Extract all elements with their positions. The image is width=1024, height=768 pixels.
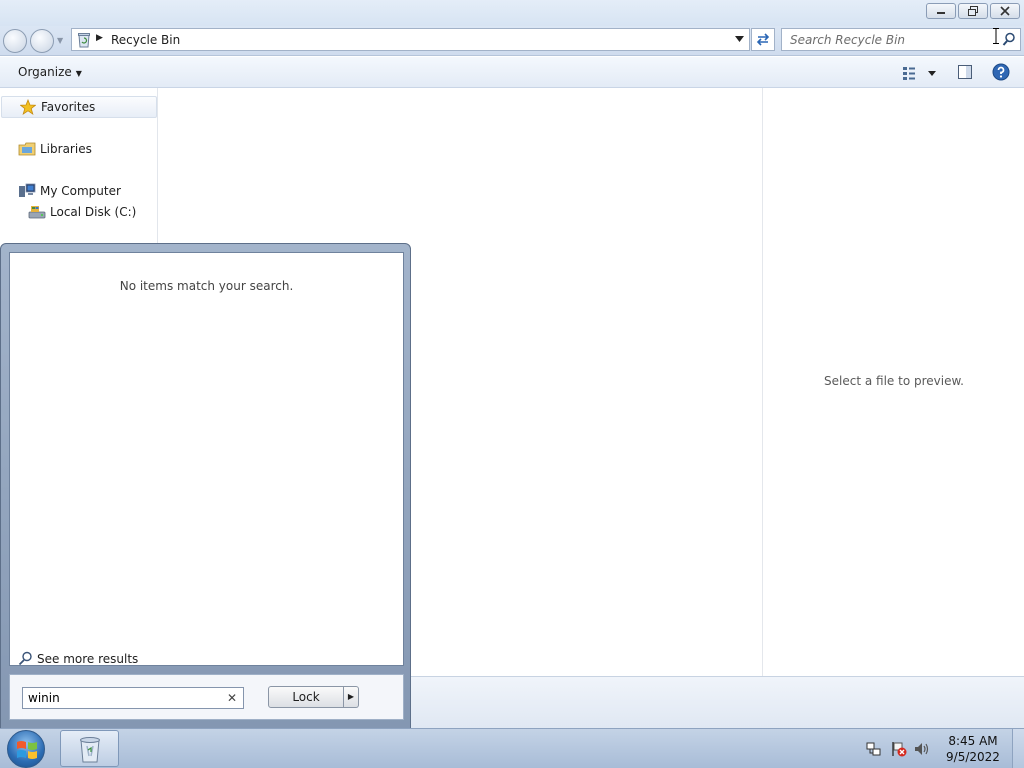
clock-time: 8:45 AM bbox=[948, 734, 998, 748]
refresh-button[interactable] bbox=[751, 28, 775, 51]
minimize-button[interactable] bbox=[926, 3, 956, 19]
search-results-panel: No items match your search. See more res… bbox=[9, 252, 404, 666]
nav-item-my-computer[interactable]: My Computer bbox=[18, 180, 121, 202]
star-icon bbox=[19, 98, 37, 116]
show-desktop-button[interactable] bbox=[1012, 729, 1024, 768]
breadcrumb-location[interactable]: Recycle Bin bbox=[111, 33, 180, 47]
lock-button[interactable]: Lock bbox=[268, 686, 344, 708]
address-row: ▼ ▶ Recycle Bin bbox=[0, 26, 1024, 56]
nav-item-local-disk[interactable]: Local Disk (C:) bbox=[28, 201, 136, 223]
preview-message: Select a file to preview. bbox=[824, 374, 964, 388]
see-more-results-link[interactable]: See more results bbox=[18, 651, 138, 666]
libraries-icon bbox=[18, 140, 36, 158]
breadcrumb-separator-icon[interactable]: ▶ bbox=[96, 33, 103, 43]
change-view-button[interactable] bbox=[902, 64, 938, 82]
drive-icon bbox=[28, 203, 46, 221]
action-center-flag-icon[interactable] bbox=[891, 741, 907, 757]
window-titlebar bbox=[0, 0, 1024, 26]
nav-item-label: Favorites bbox=[41, 100, 96, 114]
organize-menu-button[interactable]: Organize ▼ bbox=[18, 65, 82, 79]
no-results-message: No items match your search. bbox=[119, 279, 294, 293]
taskbar-item-recycle-bin[interactable] bbox=[60, 730, 119, 767]
start-search-box[interactable]: ✕ bbox=[22, 687, 244, 709]
clock-date: 9/5/2022 bbox=[946, 750, 1000, 764]
start-menu-footer: ✕ Lock ▶ bbox=[9, 674, 404, 720]
command-bar: Organize ▼ bbox=[0, 57, 1024, 88]
taskbar: 8:45 AM 9/5/2022 bbox=[0, 728, 1024, 768]
recycle-bin-icon bbox=[79, 737, 100, 763]
volume-icon[interactable] bbox=[914, 741, 930, 757]
search-box[interactable] bbox=[781, 28, 1021, 51]
network-icon[interactable] bbox=[866, 741, 882, 757]
recent-pages-dropdown[interactable]: ▼ bbox=[57, 36, 67, 46]
start-menu: No items match your search. See more res… bbox=[0, 243, 411, 729]
recycle-bin-icon bbox=[78, 33, 90, 48]
chevron-right-icon: ▶ bbox=[347, 692, 355, 701]
help-icon[interactable] bbox=[992, 63, 1010, 81]
text-cursor-icon bbox=[993, 28, 999, 44]
forward-button[interactable] bbox=[30, 29, 54, 53]
nav-item-favorites[interactable]: Favorites bbox=[1, 96, 157, 118]
preview-pane: Select a file to preview. bbox=[762, 88, 1024, 676]
chevron-down-icon: ▼ bbox=[75, 69, 82, 78]
nav-item-label: My Computer bbox=[40, 184, 121, 198]
organize-label: Organize bbox=[18, 65, 72, 79]
back-button[interactable] bbox=[3, 29, 27, 53]
address-dropdown-icon[interactable] bbox=[735, 36, 744, 42]
search-input[interactable] bbox=[782, 29, 996, 50]
taskbar-clock[interactable]: 8:45 AM 9/5/2022 bbox=[940, 733, 1006, 765]
nav-item-libraries[interactable]: Libraries bbox=[18, 138, 92, 160]
minimize-icon bbox=[937, 12, 945, 14]
windows-logo-icon bbox=[17, 741, 37, 759]
search-icon bbox=[18, 651, 32, 666]
nav-item-label: Libraries bbox=[40, 142, 92, 156]
preview-pane-toggle-icon[interactable] bbox=[957, 64, 973, 80]
see-more-label: See more results bbox=[37, 651, 139, 666]
restore-button[interactable] bbox=[958, 3, 988, 19]
start-search-input[interactable] bbox=[23, 688, 219, 708]
computer-icon bbox=[18, 182, 36, 200]
address-bar[interactable]: ▶ Recycle Bin bbox=[71, 28, 750, 51]
nav-item-label: Local Disk (C:) bbox=[50, 205, 137, 219]
power-options-arrow-button[interactable]: ▶ bbox=[344, 686, 359, 708]
restore-icon bbox=[968, 6, 978, 16]
clear-search-icon[interactable]: ✕ bbox=[227, 691, 237, 705]
refresh-icon bbox=[756, 33, 770, 46]
close-button[interactable] bbox=[990, 3, 1020, 19]
search-icon[interactable] bbox=[1002, 32, 1016, 47]
close-icon bbox=[1000, 6, 1010, 16]
start-button[interactable] bbox=[7, 730, 45, 768]
